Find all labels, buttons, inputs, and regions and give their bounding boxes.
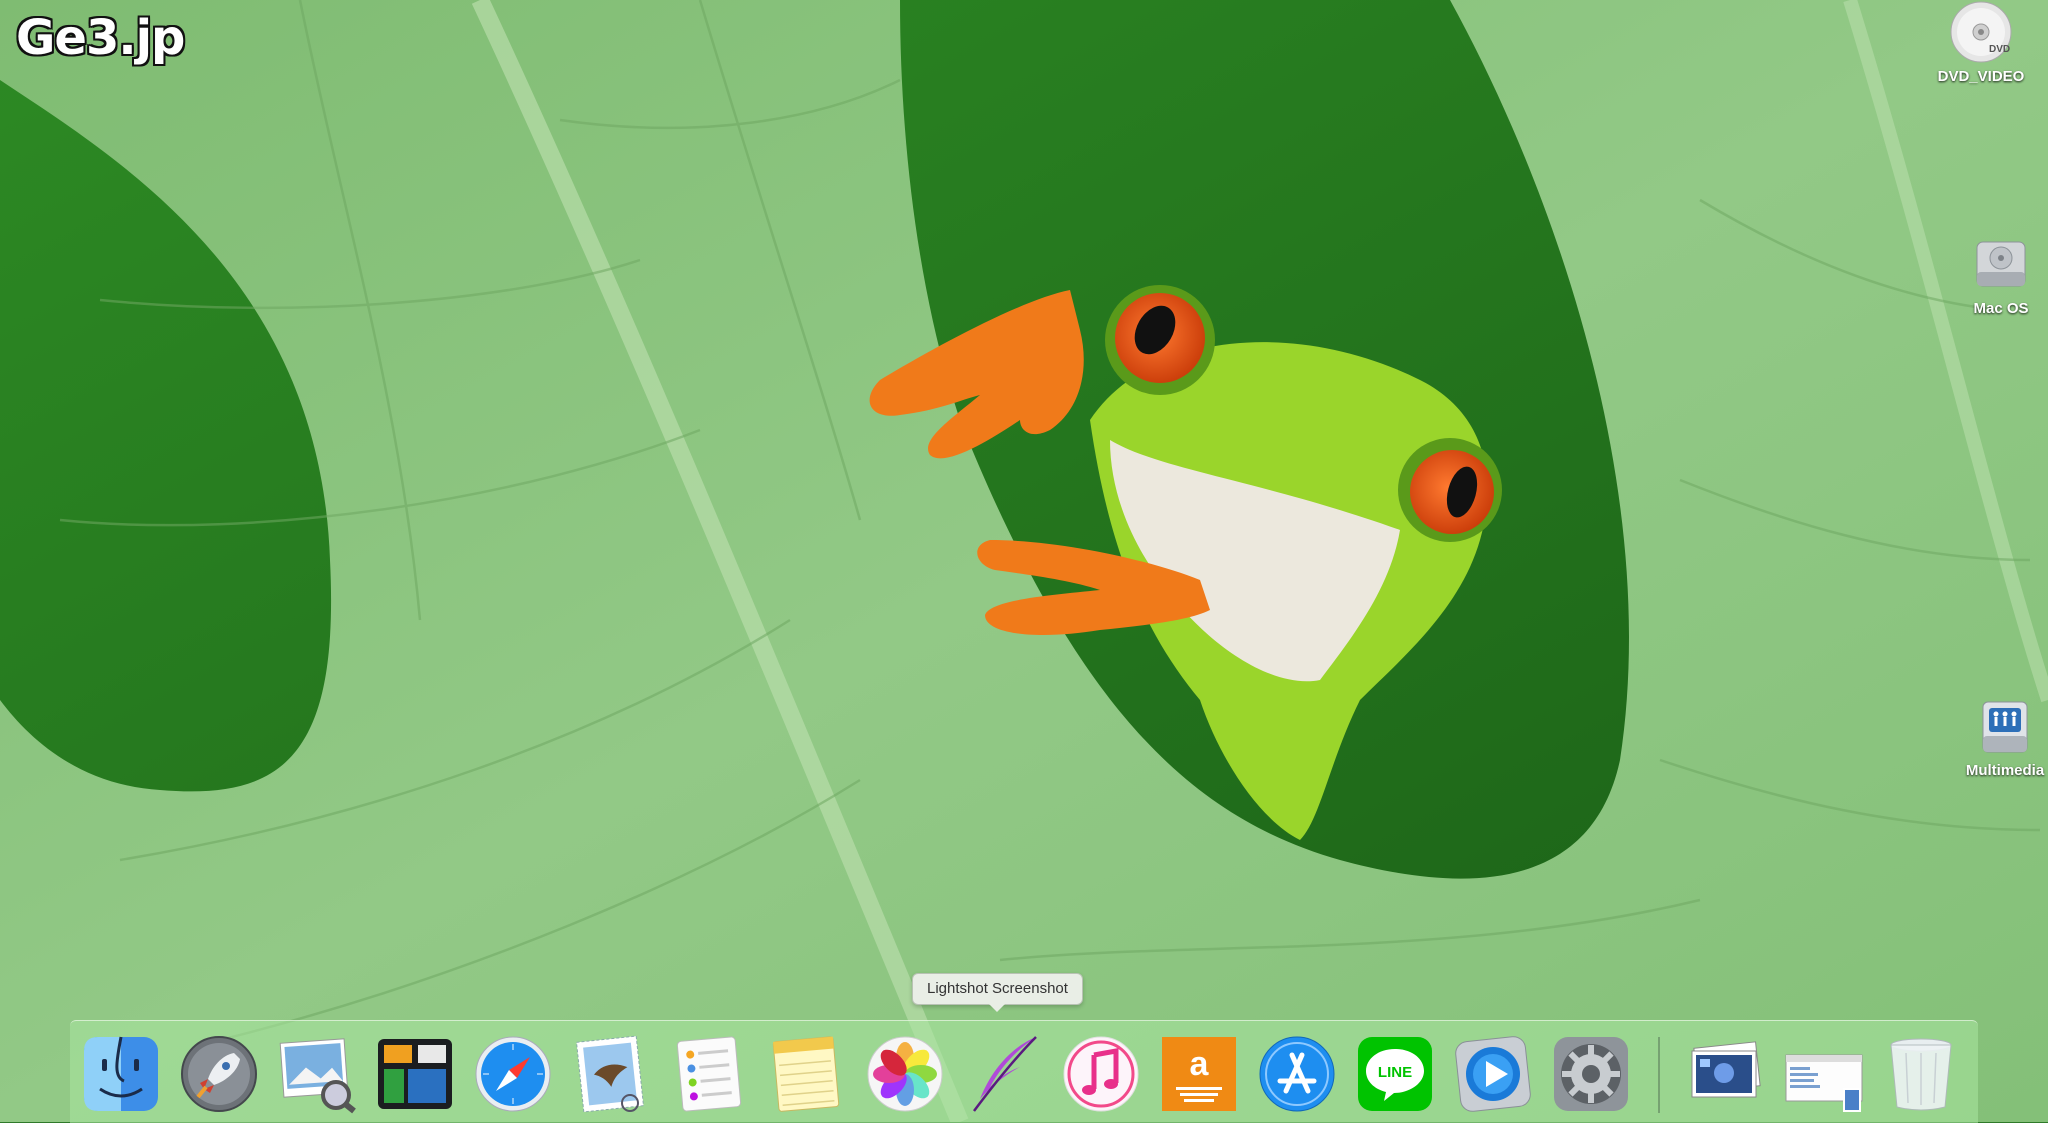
launchpad-rocket-icon xyxy=(181,1036,257,1112)
desktop-icon-mac-os[interactable]: Mac OS xyxy=(1946,232,2048,317)
dock-mission-control[interactable] xyxy=(374,1033,456,1115)
dock-mail[interactable] xyxy=(570,1033,652,1115)
dock-finder[interactable] xyxy=(80,1033,162,1115)
desktop-wallpaper xyxy=(0,0,2048,1122)
screenshot-window-icon xyxy=(1785,1054,1863,1112)
itunes-music-note-icon xyxy=(1063,1036,1139,1112)
amazon-music-letter: a xyxy=(1190,1045,1210,1083)
reminders-list-icon xyxy=(676,1036,742,1112)
dock-photos[interactable] xyxy=(864,1033,946,1115)
notes-pad-icon xyxy=(772,1036,840,1112)
dock-system-preferences[interactable] xyxy=(1550,1033,1632,1115)
dock-tooltip: Lightshot Screenshot xyxy=(912,973,1083,1012)
dock-app-store[interactable] xyxy=(1256,1033,1338,1115)
app-store-icon xyxy=(1259,1036,1335,1112)
dock-preview[interactable] xyxy=(276,1033,358,1115)
finder-icon xyxy=(84,1036,158,1111)
dock-reminders[interactable] xyxy=(668,1033,750,1115)
dock-quicktime[interactable] xyxy=(1452,1033,1534,1115)
mission-control-icon xyxy=(378,1039,452,1109)
safari-compass-icon xyxy=(475,1036,551,1112)
quicktime-play-icon xyxy=(1455,1036,1531,1112)
hard-drive-icon xyxy=(1969,232,2033,296)
desktop-icon-multimedia[interactable]: Multimedia xyxy=(1950,694,2048,779)
desktop-icon-dvd-video[interactable]: DVD DVD_VIDEO xyxy=(1926,0,2036,85)
dvd-disc-icon: DVD xyxy=(1949,0,2013,64)
dock-lightshot[interactable] xyxy=(962,1033,1044,1115)
trash-icon xyxy=(1890,1038,1952,1111)
dock-trash[interactable] xyxy=(1880,1033,1962,1115)
dock-safari[interactable] xyxy=(472,1033,554,1115)
lightshot-feather-icon xyxy=(973,1036,1037,1112)
dock-screenshot-stack[interactable] xyxy=(1782,1033,1864,1115)
mail-stamp-eagle-icon xyxy=(575,1035,645,1113)
dock-launchpad[interactable] xyxy=(178,1033,260,1115)
dock-itunes[interactable] xyxy=(1060,1033,1142,1115)
dock-notes[interactable] xyxy=(766,1033,848,1115)
desktop-icon-label: Multimedia xyxy=(1965,762,2045,779)
preview-photos-icon xyxy=(279,1038,356,1114)
line-app-text: LINE xyxy=(1378,1064,1412,1081)
amazon-music-icon: a xyxy=(1162,1037,1236,1111)
system-preferences-gear-icon xyxy=(1554,1037,1628,1111)
line-app-icon: LINE xyxy=(1358,1037,1432,1111)
network-drive-icon xyxy=(1973,694,2037,758)
dock-separator xyxy=(1658,1037,1660,1113)
svg-text:DVD: DVD xyxy=(1989,44,2010,55)
dock: a LINE xyxy=(70,1020,1978,1123)
dock-amazon-music[interactable]: a xyxy=(1158,1033,1240,1115)
image-stack-icon xyxy=(1691,1041,1761,1098)
desktop-icon-label: Mac OS xyxy=(1973,300,2029,317)
dock-image-stack[interactable] xyxy=(1684,1033,1766,1115)
watermark-text: Ge3.jp xyxy=(16,10,185,66)
photos-flower-icon xyxy=(867,1036,943,1112)
dock-line[interactable]: LINE xyxy=(1354,1033,1436,1115)
desktop-icon-label: DVD_VIDEO xyxy=(1937,68,2025,85)
